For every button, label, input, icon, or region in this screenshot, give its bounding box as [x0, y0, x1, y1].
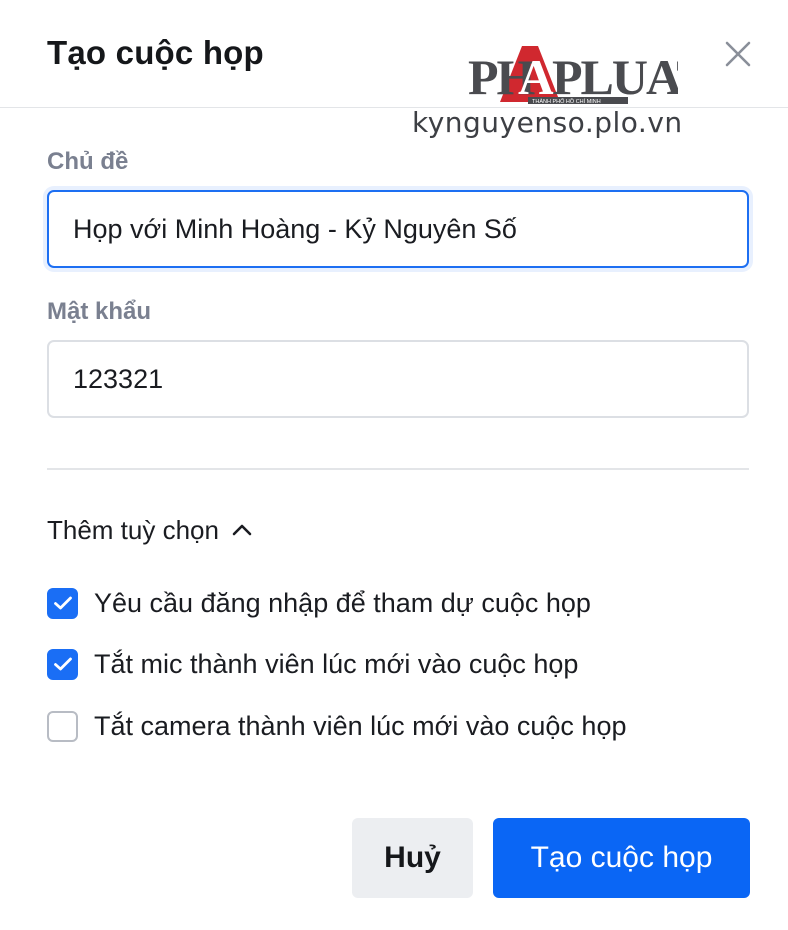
password-input[interactable] — [49, 342, 747, 416]
section-divider — [47, 468, 749, 470]
mute-mic-checkbox[interactable] — [47, 648, 78, 680]
password-field-wrapper — [47, 340, 749, 418]
checkmark-icon — [53, 657, 72, 671]
more-options-label: Thêm tuỳ chọn — [47, 514, 219, 545]
more-options-toggle[interactable]: Thêm tuỳ chọn — [47, 512, 253, 548]
option-require-login[interactable]: Yêu cầu đăng nhập để tham dự cuộc họp — [47, 586, 591, 620]
svg-text:A: A — [518, 49, 554, 105]
option-mute-mic[interactable]: Tắt mic thành viên lúc mới vào cuộc họp — [47, 647, 578, 681]
close-icon — [725, 41, 751, 67]
dialog-title: Tạo cuộc họp — [47, 34, 264, 71]
require-login-label: Yêu cầu đăng nhập để tham dự cuộc họp — [94, 587, 591, 618]
option-disable-camera[interactable]: Tắt camera thành viên lúc mới vào cuộc h… — [47, 709, 626, 743]
topic-field-wrapper — [47, 190, 749, 268]
svg-text:THÀNH PHỐ HỒ CHÍ MINH: THÀNH PHỐ HỒ CHÍ MINH — [532, 98, 601, 105]
close-button[interactable] — [718, 34, 758, 74]
cancel-button[interactable]: Huỷ — [352, 818, 473, 898]
require-login-checkbox[interactable] — [47, 587, 78, 619]
svg-text:PLUAT: PLUAT — [552, 49, 678, 105]
password-label: Mật khẩu — [47, 298, 152, 325]
disable-camera-label: Tắt camera thành viên lúc mới vào cuộc h… — [94, 710, 627, 741]
disable-camera-checkbox[interactable] — [47, 710, 78, 742]
checkmark-icon — [53, 596, 72, 610]
phapluat-logo: PH A PLUAT THÀNH PHỐ HỒ CHÍ MINH — [468, 46, 678, 105]
topic-label: Chủ đề — [47, 148, 129, 175]
topic-input[interactable] — [49, 192, 747, 266]
watermark-url: kynguyenso.plo.vn — [412, 106, 683, 139]
create-meeting-dialog: Tạo cuộc họp PH A PLUAT THÀNH PHỐ HỒ CHÍ… — [0, 0, 788, 930]
mute-mic-label: Tắt mic thành viên lúc mới vào cuộc họp — [94, 648, 579, 679]
create-meeting-button[interactable]: Tạo cuộc họp — [493, 818, 750, 898]
chevron-up-icon — [231, 523, 253, 537]
dialog-header: Tạo cuộc họp PH A PLUAT THÀNH PHỐ HỒ CHÍ… — [0, 0, 788, 108]
